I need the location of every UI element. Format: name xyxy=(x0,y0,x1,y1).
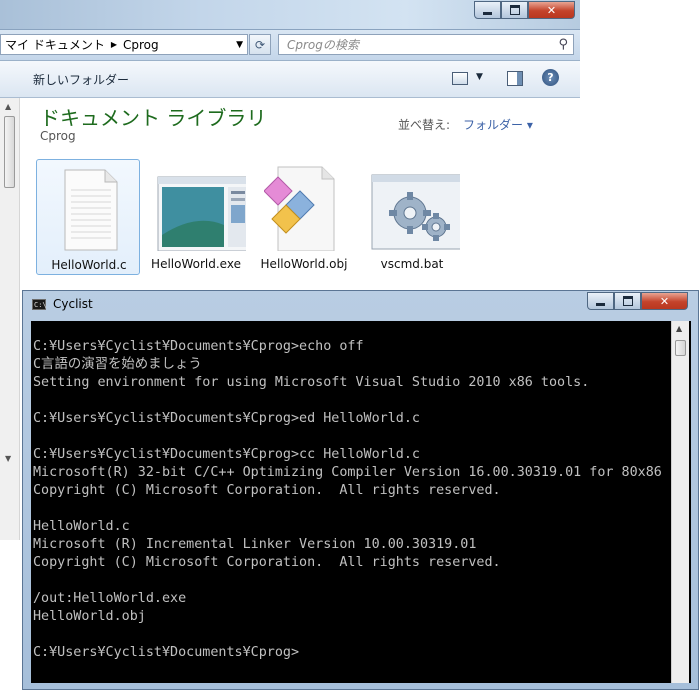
terminal-line: Copyright (C) Microsoft Corporation. All… xyxy=(33,555,501,570)
application-window-icon xyxy=(157,176,246,251)
search-placeholder: Cprogの検索 xyxy=(287,38,359,52)
refresh-icon: ⟳ xyxy=(254,37,266,52)
file-item-helloworld-exe[interactable]: HelloWorld.exe xyxy=(144,159,248,275)
chevron-down-icon[interactable]: ▼ xyxy=(236,40,243,50)
terminal-line: Microsoft(R) 32-bit C/C++ Optimizing Com… xyxy=(33,465,662,480)
explorer-title-bar[interactable]: ✕ xyxy=(0,0,580,30)
terminal-line: C:¥Users¥Cyclist¥Documents¥Cprog> xyxy=(33,645,300,660)
address-row: マイ ドキュメント ▶ Cprog ▼ ⟳ Cprogの検索 ⚲ xyxy=(0,30,580,61)
console-app-icon[interactable]: C:\ xyxy=(32,299,47,310)
file-item-helloworld-c[interactable]: HelloWorld.c xyxy=(36,159,140,275)
sort-value[interactable]: フォルダー xyxy=(463,118,523,132)
file-name: HelloWorld.obj xyxy=(260,257,348,271)
console-title-bar[interactable]: C:\ Cyclist ✕ xyxy=(23,291,698,319)
terminal-line: Copyright (C) Microsoft Corporation. All… xyxy=(33,483,501,498)
library-title: ドキュメント ライブラリ xyxy=(40,106,267,130)
file-item-vscmd-bat[interactable]: vscmd.bat xyxy=(360,159,464,275)
breadcrumb-current[interactable]: Cprog xyxy=(123,38,159,52)
sort-label: 並べ替え: xyxy=(398,118,451,132)
maximize-icon xyxy=(509,5,520,15)
minimize-icon xyxy=(596,303,605,306)
scroll-up-icon[interactable]: ▲ xyxy=(5,102,11,111)
explorer-caption-buttons: ✕ xyxy=(474,1,575,19)
breadcrumb[interactable]: マイ ドキュメント ▶ Cprog ▼ xyxy=(0,34,248,55)
text-file-icon xyxy=(64,169,118,251)
console-output-area[interactable]: C:¥Users¥Cyclist¥Documents¥Cprog>echo of… xyxy=(31,321,691,683)
scroll-thumb[interactable] xyxy=(4,116,15,188)
terminal-line: C:¥Users¥Cyclist¥Documents¥Cprog>echo of… xyxy=(33,339,364,354)
scroll-up-icon[interactable]: ▲ xyxy=(676,324,682,333)
console-scrollbar[interactable]: ▲ xyxy=(671,321,689,683)
terminal-line: C:¥Users¥Cyclist¥Documents¥Cprog>cc Hell… xyxy=(33,447,420,462)
terminal-text[interactable]: C:¥Users¥Cyclist¥Documents¥Cprog>echo of… xyxy=(33,338,662,662)
breadcrumb-root[interactable]: マイ ドキュメント xyxy=(5,36,105,53)
console-window: C:\ Cyclist ✕ C:¥Users¥Cyclist¥Documents… xyxy=(22,290,699,690)
console-minimize-button[interactable] xyxy=(587,292,614,310)
explorer-toolbar: 新しいフォルダー ▼ ? xyxy=(0,61,580,98)
scroll-thumb[interactable] xyxy=(675,340,686,356)
minimize-icon xyxy=(483,12,492,15)
gears-batch-icon xyxy=(371,174,460,250)
file-name: HelloWorld.exe xyxy=(151,257,241,271)
console-caption-buttons: ✕ xyxy=(587,292,688,310)
console-maximize-button[interactable] xyxy=(614,292,641,310)
search-input[interactable]: Cprogの検索 ⚲ xyxy=(278,34,574,55)
file-name: vscmd.bat xyxy=(380,257,444,271)
new-folder-button[interactable]: 新しいフォルダー xyxy=(33,71,129,88)
file-item-helloworld-obj[interactable]: HelloWorld.obj xyxy=(252,159,356,275)
navigation-scrollbar[interactable]: ▲ ▼ xyxy=(0,98,20,540)
file-name: HelloWorld.c xyxy=(51,258,127,272)
terminal-line: HelloWorld.c xyxy=(33,519,130,534)
refresh-button[interactable]: ⟳ xyxy=(249,34,271,55)
object-file-icon xyxy=(264,166,335,251)
scroll-down-icon[interactable]: ▼ xyxy=(5,454,11,463)
view-options-icon[interactable] xyxy=(452,72,468,85)
close-icon: ✕ xyxy=(546,3,557,17)
explorer-maximize-button[interactable] xyxy=(501,1,528,19)
console-close-button[interactable]: ✕ xyxy=(641,292,688,310)
breadcrumb-separator-icon[interactable]: ▶ xyxy=(111,40,117,49)
view-dropdown-icon[interactable]: ▼ xyxy=(476,72,483,82)
terminal-line: C言語の演習を始めましょう xyxy=(33,357,202,372)
maximize-icon xyxy=(622,296,633,306)
close-icon: ✕ xyxy=(659,294,670,308)
library-subtitle: Cprog xyxy=(40,129,76,143)
help-icon[interactable]: ? xyxy=(542,69,559,86)
preview-pane-icon[interactable] xyxy=(507,71,523,86)
terminal-line: Microsoft (R) Incremental Linker Version… xyxy=(33,537,477,552)
terminal-line: Setting environment for using Microsoft … xyxy=(33,375,590,390)
explorer-minimize-button[interactable] xyxy=(474,1,501,19)
terminal-line: HelloWorld.obj xyxy=(33,609,146,624)
sort-dropdown[interactable]: フォルダー ▾ xyxy=(463,116,533,133)
console-title: Cyclist xyxy=(53,297,93,311)
explorer-close-button[interactable]: ✕ xyxy=(528,1,575,19)
terminal-line: /out:HelloWorld.exe xyxy=(33,591,187,606)
search-icon[interactable]: ⚲ xyxy=(558,37,568,52)
terminal-line: C:¥Users¥Cyclist¥Documents¥Cprog>ed Hell… xyxy=(33,411,420,426)
